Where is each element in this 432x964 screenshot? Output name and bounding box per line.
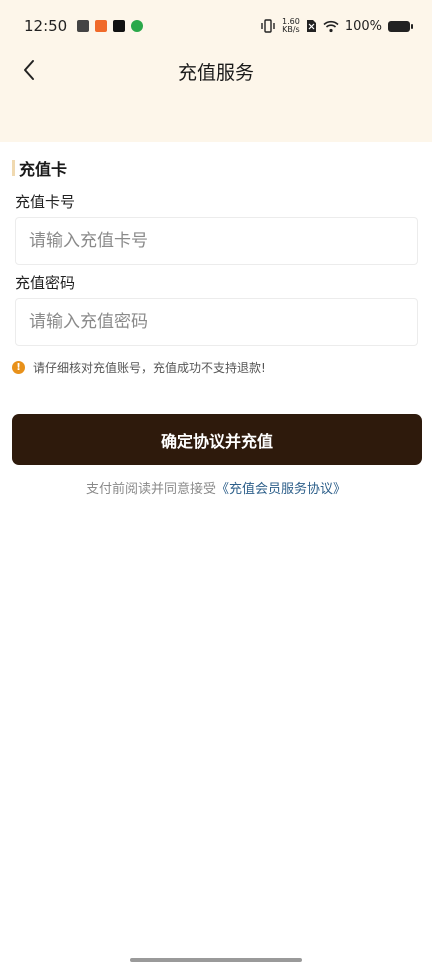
card-number-input[interactable] (16, 218, 417, 264)
vibrate-icon (261, 19, 275, 33)
card-password-input[interactable] (16, 299, 417, 345)
card-number-field[interactable] (15, 217, 418, 265)
exclamation-circle-icon: ! (12, 361, 25, 374)
warning-text: 请仔细核对充值账号，充值成功不支持退款! (33, 361, 266, 375)
app-orange-icon (95, 20, 108, 32)
agreement-link[interactable]: 《充值会员服务协议》 (216, 482, 346, 497)
card-password-field[interactable] (15, 298, 418, 346)
home-indicator[interactable] (130, 958, 302, 962)
battery-text: 100% (344, 18, 382, 34)
status-bar: 12:50 1.60 KB/s 100% (0, 0, 432, 52)
nav-bar: 充值服务 (0, 52, 432, 88)
system-status: 1.60 KB/s 100% (260, 18, 413, 34)
notification-icons (77, 20, 144, 32)
net-speed: 1.60 KB/s (282, 18, 300, 34)
tiktok-icon (113, 20, 126, 32)
app-green-icon (131, 20, 144, 32)
section-header: 充值卡 (12, 158, 68, 179)
page-title: 充值服务 (177, 62, 254, 84)
wifi-icon (323, 20, 339, 32)
sim-off-icon (306, 20, 316, 32)
confirm-recharge-button[interactable]: 确定协议并充值 (12, 414, 422, 465)
battery-icon (388, 20, 413, 32)
net-speed-unit: KB/s (282, 25, 300, 34)
card-password-label: 充值密码 (15, 274, 76, 292)
agreement-notice: 支付前阅读并同意接受《充值会员服务协议》 (0, 478, 432, 497)
clipboard-check-icon (77, 20, 90, 32)
status-time: 12:50 (24, 17, 68, 35)
section-accent-bar (12, 160, 15, 176)
section-title: 充值卡 (19, 160, 68, 179)
refund-warning: ! 请仔细核对充值账号，充值成功不支持退款! (12, 359, 266, 376)
agreement-prefix: 支付前阅读并同意接受 (85, 482, 216, 497)
card-number-label: 充值卡号 (15, 193, 76, 211)
